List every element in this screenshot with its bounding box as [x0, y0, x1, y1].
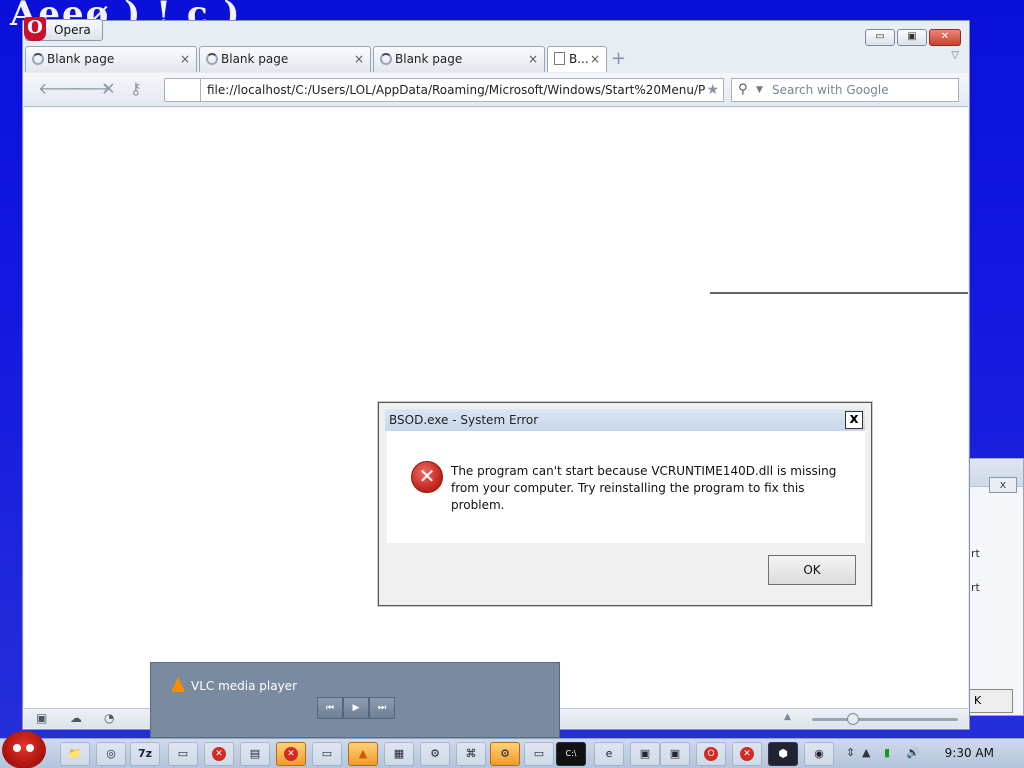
tab-blank-page-3[interactable]: Blank page ×	[373, 46, 545, 72]
navigation-toolbar: 🡐 🡒 ✕ ⚷ file://localhost/C:/Users/LOL/Ap…	[24, 73, 968, 107]
zoom-slider[interactable]	[812, 718, 958, 721]
ie-icon[interactable]: e	[594, 742, 624, 766]
vlc-cone-icon	[171, 677, 185, 692]
search-icon: ⚲	[738, 82, 748, 97]
loading-spinner-icon	[380, 53, 392, 65]
error-app-icon[interactable]: ✕	[204, 742, 234, 766]
shield-icon[interactable]: ⬢	[768, 742, 798, 766]
error-app-highlighted-icon[interactable]: ✕	[276, 742, 306, 766]
network-program-icon[interactable]: ⚙	[420, 742, 450, 766]
close-window-button[interactable]: ✕	[929, 29, 961, 46]
battery-icon[interactable]: ▮	[884, 746, 890, 759]
eye-icon[interactable]: ◉	[804, 742, 834, 766]
dialog-close-button[interactable]: x	[845, 411, 863, 429]
background-window: x rt rt K	[966, 458, 1024, 716]
speed-dial-icon[interactable]: ◔	[104, 711, 114, 725]
address-text: file://localhost/C:/Users/LOL/AppData/Ro…	[207, 83, 706, 97]
sevenzip-icon[interactable]: 7z	[130, 742, 160, 766]
system-error-dialog: BSOD.exe - System Error x ✕ The program …	[378, 402, 872, 606]
key-icon[interactable]: ⚷	[130, 79, 142, 99]
tab-close-icon[interactable]: ×	[180, 47, 190, 71]
zoom-slider-handle[interactable]	[847, 713, 859, 725]
dialog-titlebar: BSOD.exe - System Error x	[385, 409, 865, 431]
notepad-icon[interactable]: ▤	[240, 742, 270, 766]
tab-close-icon[interactable]: ×	[354, 47, 364, 71]
window-app-icon[interactable]: ▭	[168, 742, 198, 766]
window-app-icon[interactable]: ▭	[524, 742, 554, 766]
volume-icon[interactable]: 🔊	[906, 746, 920, 759]
document-icon	[554, 52, 565, 65]
tab-label: Blank page	[395, 52, 463, 66]
show-hidden-icons-icon[interactable]: ▲	[862, 746, 870, 759]
opera-menu-label: Opera	[54, 23, 91, 37]
opera-taskbar-icon[interactable]: O	[696, 742, 726, 766]
search-placeholder: Search with Google	[772, 83, 889, 97]
vlc-title: VLC media player	[191, 679, 298, 693]
up-arrow-icon[interactable]: ▲	[784, 712, 791, 722]
next-track-button[interactable]: ⏭	[369, 697, 395, 719]
tab-bar: Blank page × Blank page × Blank page × B…	[25, 46, 965, 72]
loading-spinner-icon	[32, 53, 44, 65]
tab-close-icon[interactable]: ×	[528, 47, 538, 71]
tray-scroll-icon[interactable]: ⇕	[846, 746, 855, 759]
bookmark-star-icon[interactable]: ★	[706, 79, 719, 101]
dialog-body: ✕ The program can't start because VCRUNT…	[387, 431, 865, 543]
tab-close-icon[interactable]: ×	[590, 47, 600, 71]
vlc-controls: ⏮ ▶ ⏭	[317, 697, 395, 719]
stop-icon[interactable]: ✕	[102, 79, 115, 99]
window-controls: ▭ ▣ ✕	[865, 29, 961, 46]
background-window-text: rt	[971, 581, 980, 594]
background-window-text: rt	[971, 547, 980, 560]
tab-blank-page-1[interactable]: Blank page ×	[25, 46, 197, 72]
loading-spinner-icon	[206, 53, 218, 65]
tab-active[interactable]: B... ×	[547, 46, 607, 72]
previous-track-button[interactable]: ⏮	[317, 697, 343, 719]
window-app-icon[interactable]: ▭	[312, 742, 342, 766]
vlc-taskbar-icon[interactable]: ▲	[348, 742, 378, 766]
error-icon: ✕	[411, 461, 443, 493]
new-tab-icon[interactable]: +	[611, 50, 626, 68]
search-engine-dropdown-icon[interactable]: ▼	[756, 79, 763, 101]
tab-label: B...	[569, 52, 589, 66]
error-message: The program can't start because VCRUNTIM…	[451, 464, 837, 512]
dialog-title: BSOD.exe - System Error	[389, 413, 539, 427]
play-button[interactable]: ▶	[343, 697, 369, 719]
search-field[interactable]: ⚲ ▼ Search with Google	[731, 78, 959, 102]
error-app-icon[interactable]: ✕	[732, 742, 762, 766]
display-icon[interactable]: ▣	[630, 742, 660, 766]
tab-label: Blank page	[221, 52, 289, 66]
tab-menu-chevron-icon[interactable]: ▽	[951, 50, 959, 61]
python-icon[interactable]: ⌘	[456, 742, 486, 766]
vlc-preview[interactable]: VLC media player ⏮ ▶ ⏭	[150, 662, 560, 738]
cloud-icon[interactable]: ☁	[70, 711, 82, 725]
site-info-button[interactable]	[164, 78, 200, 102]
taskbar: 📁 ◎ 7z ▭ ✕ ▤ ✕ ▭ ▲ ▦ ⚙ ⌘ ⚙ ▭ C:\ e ▣ ▣ O…	[0, 731, 1024, 768]
settings-app-icon[interactable]: ⚙	[490, 742, 520, 766]
ok-button[interactable]: OK	[768, 555, 856, 585]
opera-window: Opera O ▭ ▣ ✕ Blank page × Blank page × …	[22, 17, 970, 730]
background-window-button[interactable]: K	[969, 689, 1013, 713]
cmd-icon[interactable]: C:\	[556, 742, 586, 766]
program-icon[interactable]: ▦	[384, 742, 414, 766]
panel-toggle-icon[interactable]: ▣	[36, 711, 47, 725]
display-icon[interactable]: ▣	[660, 742, 690, 766]
clock[interactable]: 9:30 AM	[945, 746, 994, 760]
horizontal-rule	[710, 292, 968, 294]
background-window-close-button[interactable]: x	[989, 477, 1017, 493]
restore-button[interactable]: ▣	[897, 29, 927, 46]
minimize-button[interactable]: ▭	[865, 29, 895, 46]
tab-blank-page-2[interactable]: Blank page ×	[199, 46, 371, 72]
address-bar[interactable]: file://localhost/C:/Users/LOL/AppData/Ro…	[200, 78, 724, 102]
tab-label: Blank page	[47, 52, 115, 66]
explorer-folder-icon[interactable]: 📁	[60, 742, 90, 766]
start-button-angry-bird-icon[interactable]	[2, 731, 46, 768]
opera-logo-icon: O	[24, 17, 46, 41]
chrome-icon[interactable]: ◎	[96, 742, 126, 766]
background-window-titlebar: x	[967, 459, 1023, 493]
